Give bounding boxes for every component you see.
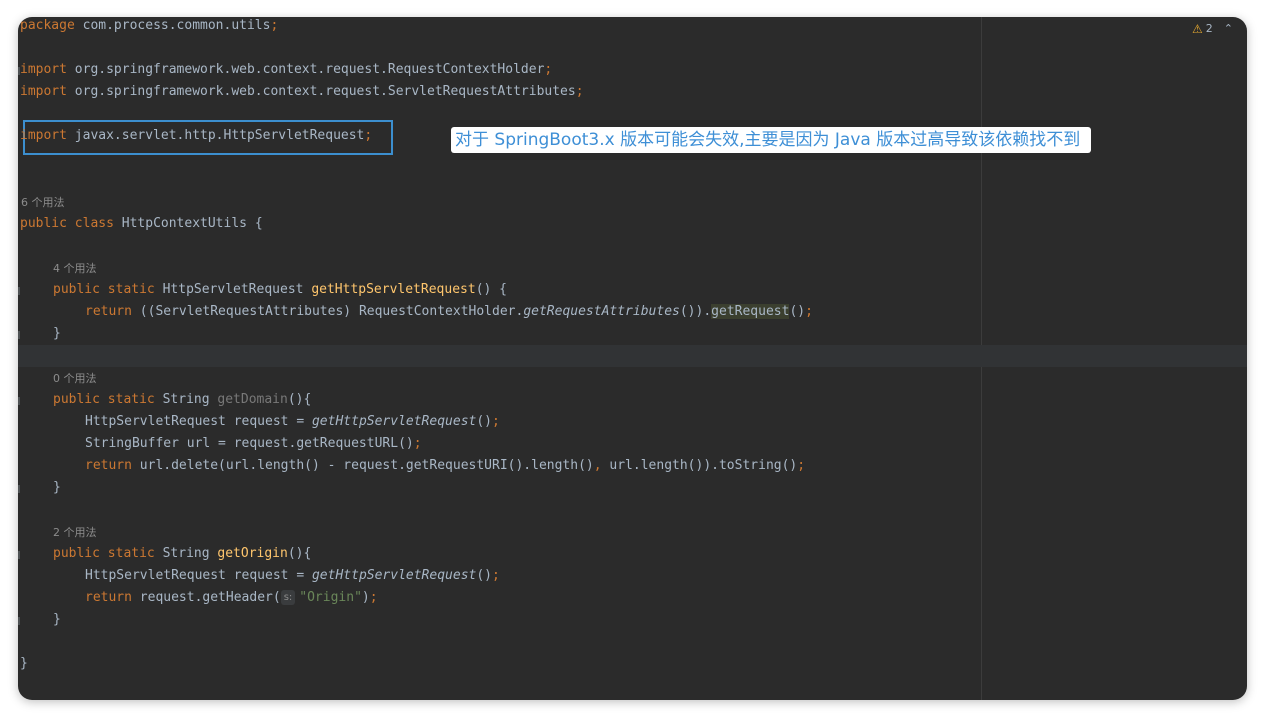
code-line[interactable]: }: [53, 477, 61, 499]
inspection-widget[interactable]: ⚠ 2 ⌃: [1192, 20, 1233, 38]
code-line[interactable]: package com.process.common.utils;: [20, 17, 278, 37]
keyword: public: [20, 216, 67, 231]
current-line-highlight: [18, 345, 1247, 367]
code-text: ()).: [679, 304, 712, 319]
code-line[interactable]: public class HttpContextUtils {: [20, 213, 263, 235]
semicolon: ;: [492, 414, 500, 429]
code-text: ): [361, 590, 370, 605]
fold-marker[interactable]: [18, 617, 20, 625]
keyword: static: [107, 282, 155, 297]
keyword: public: [53, 392, 100, 407]
usage-hint[interactable]: 6 个用法: [21, 194, 65, 212]
fold-marker[interactable]: [18, 397, 20, 405]
code-text: }: [20, 656, 28, 671]
code-text: (): [789, 304, 806, 319]
code-line[interactable]: }: [53, 323, 61, 345]
fold-marker[interactable]: [18, 331, 20, 339]
fold-marker[interactable]: [18, 551, 20, 559]
code-line[interactable]: public static HttpServletRequest getHttp…: [53, 279, 507, 301]
code-line[interactable]: }: [20, 653, 28, 675]
keyword: static: [107, 392, 155, 407]
code-text: HttpServletRequest: [154, 282, 312, 297]
code-text: url.length()).toString(): [601, 458, 798, 473]
keyword: public: [53, 282, 100, 297]
code-text: org.springframework.web.context.request.…: [66, 62, 545, 77]
code-line[interactable]: HttpServletRequest request = getHttpServ…: [85, 565, 500, 587]
keyword: return: [85, 304, 132, 319]
code-text: HttpServletRequest request =: [85, 414, 312, 429]
static-call: getRequestAttributes: [523, 304, 680, 319]
code-text: String: [154, 546, 218, 561]
usage-hint[interactable]: 2 个用法: [53, 524, 97, 542]
code-text: }: [53, 326, 61, 341]
keyword: public: [53, 546, 100, 561]
code-text: ((ServletRequestAttributes) RequestConte…: [131, 304, 524, 319]
code-text: javax.servlet.http.HttpServletRequest: [66, 128, 365, 143]
code-line[interactable]: import javax.servlet.http.HttpServletReq…: [20, 125, 372, 147]
semicolon: ;: [413, 436, 422, 451]
semicolon: ;: [805, 304, 813, 319]
semicolon: ;: [369, 590, 378, 605]
code-text: (){: [287, 546, 312, 561]
code-line[interactable]: HttpServletRequest request = getHttpServ…: [85, 411, 500, 433]
code-line[interactable]: }: [53, 609, 61, 631]
keyword: import: [20, 128, 67, 143]
code-text: () {: [475, 282, 507, 297]
code-text: (): [476, 568, 493, 583]
code-line[interactable]: public static String getOrigin(){: [53, 543, 311, 565]
warning-count: 2: [1205, 22, 1213, 35]
usage-hint[interactable]: 4 个用法: [53, 260, 97, 278]
code-text: com.process.common.utils: [74, 18, 271, 33]
annotation-note: 对于 SpringBoot3.x 版本可能会失效,主要是因为 Java 版本过高…: [451, 127, 1091, 153]
fold-marker[interactable]: [18, 485, 20, 493]
keyword: package: [20, 18, 75, 33]
static-call: getHttpServletRequest: [311, 414, 477, 429]
usage-hint[interactable]: 0 个用法: [53, 370, 97, 388]
code-line[interactable]: import org.springframework.web.context.r…: [20, 59, 552, 81]
code-text: String: [154, 392, 218, 407]
method-name: getHttpServletRequest: [311, 282, 476, 297]
comma: ,: [593, 458, 602, 473]
code-text: (): [476, 414, 493, 429]
semicolon: ;: [492, 568, 500, 583]
parameter-hint: s:: [280, 590, 296, 605]
highlighted-call: getRequest: [711, 304, 790, 319]
code-line[interactable]: return request.getHeader(s: "Origin");: [85, 587, 378, 609]
fold-marker[interactable]: [18, 287, 20, 295]
code-line[interactable]: StringBuffer url = request.getRequestURL…: [85, 433, 422, 455]
code-text: HttpServletRequest request =: [85, 568, 312, 583]
keyword: import: [20, 84, 67, 99]
keyword: return: [85, 458, 132, 473]
method-name: getOrigin: [217, 546, 288, 561]
code-text: }: [53, 612, 61, 627]
semicolon: ;: [575, 84, 584, 99]
semicolon: ;: [544, 62, 553, 77]
code-editor[interactable]: ⚠ 2 ⌃ package com.process.common.utils; …: [18, 17, 1247, 700]
unused-method-name: getDomain: [217, 392, 288, 407]
keyword: class: [74, 216, 114, 231]
semicolon: ;: [270, 18, 279, 33]
string-literal: "Origin": [299, 590, 362, 605]
code-line[interactable]: return ((ServletRequestAttributes) Reque…: [85, 301, 813, 323]
code-text: }: [53, 480, 61, 495]
chevron-up-icon[interactable]: ⌃: [1224, 20, 1233, 38]
code-text: org.springframework.web.context.request.…: [66, 84, 576, 99]
keyword: import: [20, 62, 67, 77]
code-text: (){: [287, 392, 312, 407]
keyword: static: [107, 546, 155, 561]
semicolon: ;: [364, 128, 373, 143]
code-line[interactable]: import org.springframework.web.context.r…: [20, 81, 584, 103]
warning-icon: ⚠: [1192, 22, 1203, 36]
code-text: url.delete(url.length() - request.getReq…: [131, 458, 594, 473]
code-text: request.getHeader(: [131, 590, 281, 605]
semicolon: ;: [797, 458, 806, 473]
code-text: HttpContextUtils {: [113, 216, 263, 231]
static-call: getHttpServletRequest: [311, 568, 477, 583]
code-text: StringBuffer url = request.getRequestURL…: [85, 436, 414, 451]
keyword: return: [85, 590, 132, 605]
code-line[interactable]: public static String getDomain(){: [53, 389, 311, 411]
code-line[interactable]: return url.delete(url.length() - request…: [85, 455, 805, 477]
